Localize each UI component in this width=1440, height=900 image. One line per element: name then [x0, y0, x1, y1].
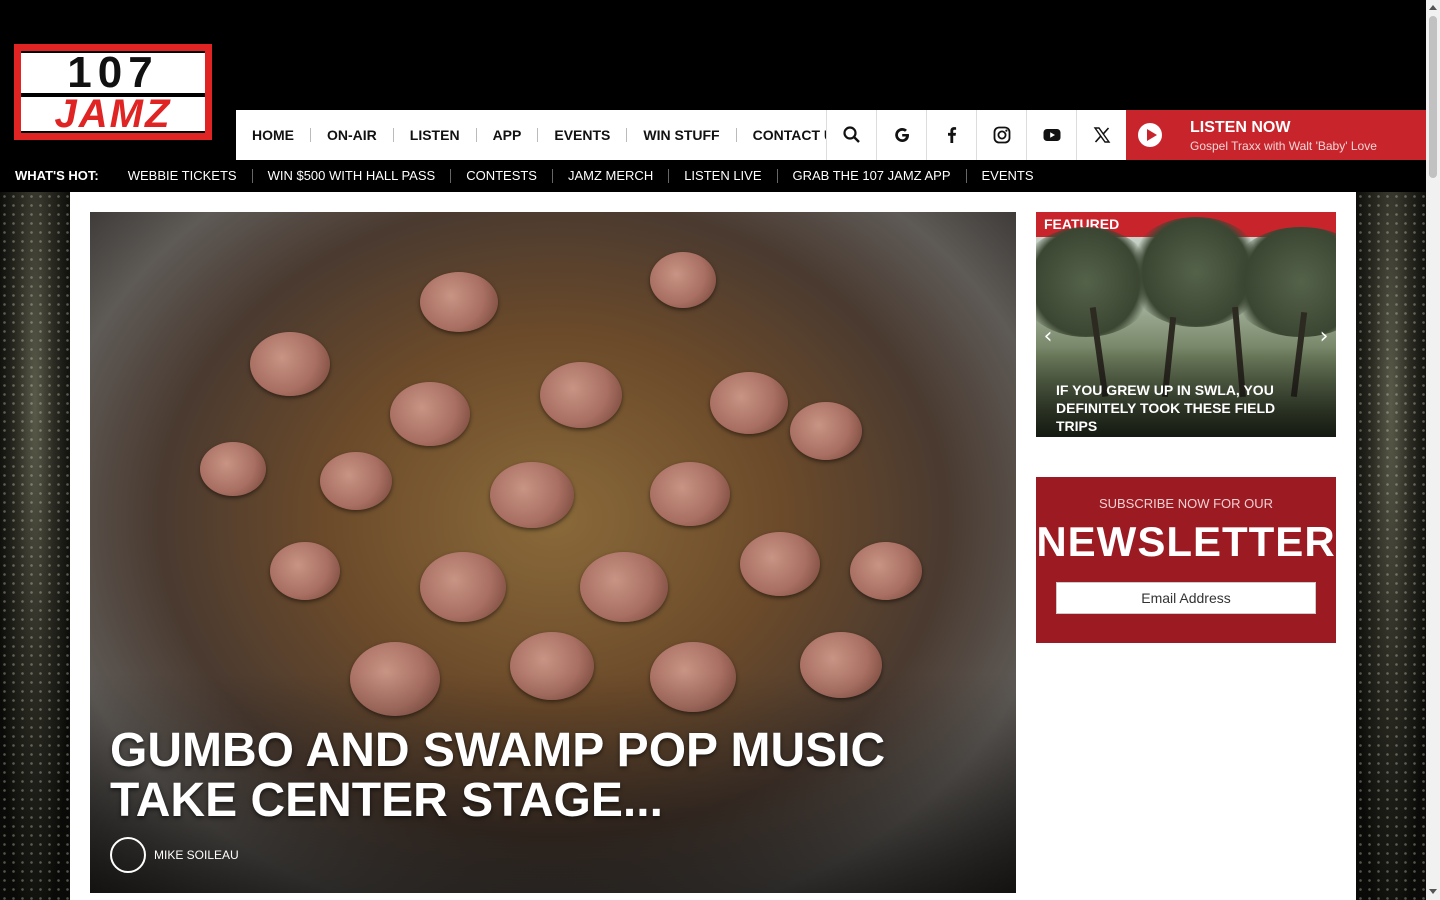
- logo-number: 107: [21, 51, 205, 95]
- listen-now-button[interactable]: LISTEN NOW Gospel Traxx with Walt 'Baby'…: [1126, 110, 1426, 160]
- hot-link[interactable]: GRAB THE 107 JAMZ APP: [778, 169, 967, 183]
- hot-link[interactable]: LISTEN LIVE: [669, 169, 778, 183]
- instagram-icon[interactable]: [976, 110, 1026, 160]
- featured-title[interactable]: IF YOU GREW UP IN SWLA, YOU DEFINITELY T…: [1056, 381, 1316, 435]
- youtube-icon[interactable]: [1026, 110, 1076, 160]
- hot-link[interactable]: JAMZ MERCH: [553, 169, 670, 183]
- social-icons: [826, 110, 1126, 160]
- hot-link[interactable]: EVENTS: [967, 169, 1049, 183]
- email-field[interactable]: Email Address: [1056, 582, 1316, 614]
- newsletter-subtitle: SUBSCRIBE NOW FOR OUR: [1098, 496, 1274, 511]
- google-icon[interactable]: [876, 110, 926, 160]
- featured-carousel[interactable]: FEATURED ‹ › IF YOU GREW UP IN SWLA, YOU…: [1036, 212, 1336, 437]
- nav-listen[interactable]: LISTEN: [394, 128, 477, 142]
- x-icon[interactable]: [1076, 110, 1126, 160]
- newsletter-signup: SUBSCRIBE NOW FOR OUR NEWSLETTER Email A…: [1036, 477, 1336, 643]
- nav-home[interactable]: HOME: [236, 128, 311, 142]
- author-avatar[interactable]: [110, 837, 146, 873]
- scroll-down-icon[interactable]: [1429, 889, 1437, 894]
- nav-app[interactable]: APP: [477, 128, 539, 142]
- main-content: GUMBO AND SWAMP POP MUSIC TAKE CENTER ST…: [70, 192, 1356, 900]
- background-left: [0, 192, 70, 900]
- whats-hot-bar: WHAT'S HOT: WEBBIE TICKETS WIN $500 WITH…: [0, 160, 1426, 192]
- listen-now-label: LISTEN NOW: [1190, 119, 1291, 136]
- hot-link[interactable]: WEBBIE TICKETS: [113, 169, 253, 183]
- whats-hot-label: WHAT'S HOT:: [15, 168, 99, 183]
- newsletter-title: NEWSLETTER: [1036, 518, 1336, 565]
- nav-events[interactable]: EVENTS: [538, 128, 628, 142]
- carousel-next-icon[interactable]: ›: [1314, 322, 1334, 352]
- main-nav: HOME ON-AIR LISTEN APP EVENTS WIN STUFF …: [236, 110, 843, 160]
- station-logo[interactable]: 107 JAMZ: [14, 44, 212, 140]
- nav-on-air[interactable]: ON-AIR: [311, 128, 394, 142]
- play-icon: [1138, 123, 1162, 147]
- now-playing-show: Gospel Traxx with Walt 'Baby' Love: [1190, 139, 1377, 153]
- scroll-up-icon[interactable]: [1429, 5, 1437, 10]
- scroll-thumb[interactable]: [1429, 16, 1437, 178]
- background-right: [1356, 192, 1426, 900]
- facebook-icon[interactable]: [926, 110, 976, 160]
- site-header: 107 JAMZ HOME ON-AIR LISTEN APP EVENTS W…: [0, 0, 1426, 160]
- hot-link[interactable]: WIN $500 WITH HALL PASS: [253, 169, 452, 183]
- nav-win-stuff[interactable]: WIN STUFF: [627, 128, 737, 142]
- hero-article[interactable]: GUMBO AND SWAMP POP MUSIC TAKE CENTER ST…: [90, 212, 1016, 893]
- page-scrollbar[interactable]: [1426, 0, 1440, 900]
- carousel-prev-icon[interactable]: ‹: [1038, 322, 1058, 352]
- author-name[interactable]: MIKE SOILEAU: [154, 848, 239, 862]
- hot-link[interactable]: CONTESTS: [451, 169, 553, 183]
- hero-title[interactable]: GUMBO AND SWAMP POP MUSIC TAKE CENTER ST…: [110, 726, 970, 826]
- logo-word: JAMZ: [21, 94, 205, 134]
- search-icon[interactable]: [826, 110, 876, 160]
